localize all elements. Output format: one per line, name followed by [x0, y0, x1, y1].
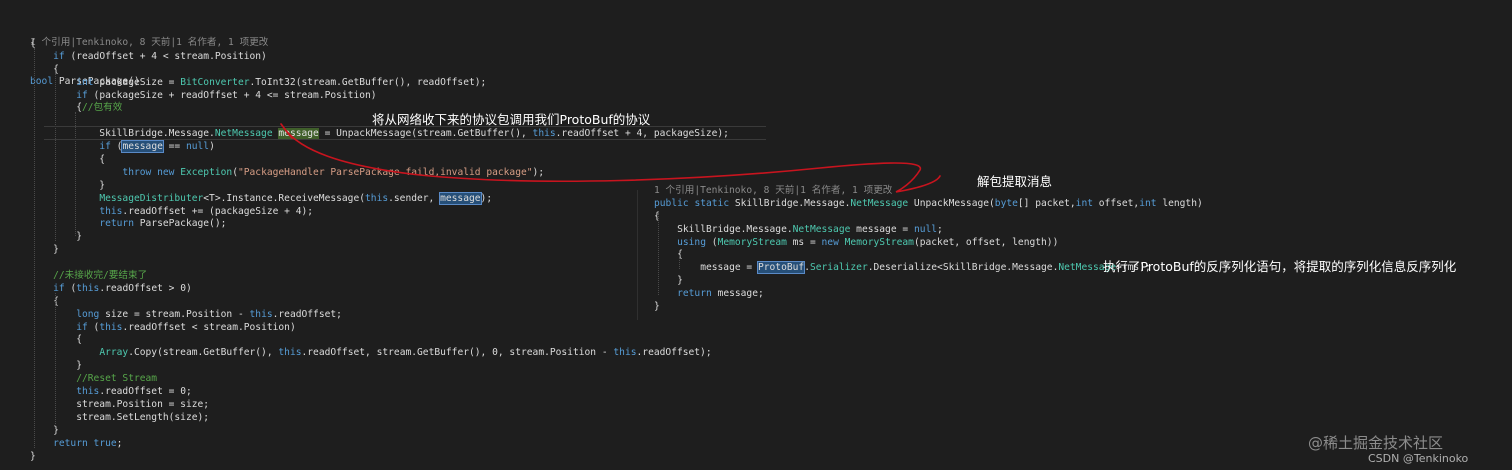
- code-line: Array.Copy(stream.GetBuffer(), this.read…: [99, 347, 712, 359]
- code-line: if (readOffset + 4 < stream.Position): [53, 50, 267, 62]
- code-line: {: [30, 334, 82, 346]
- watermark-juejin: @稀土掘金技术社区: [1308, 434, 1444, 452]
- code-line: if (packageSize + readOffset + 4 <= stre…: [76, 89, 377, 101]
- code-line: //Reset Stream: [30, 373, 729, 386]
- code-line: using (MemoryStream ms = new MemoryStrea…: [677, 236, 1059, 248]
- code-line: }: [654, 301, 660, 313]
- indent-guide: [658, 213, 659, 295]
- code-line: return ParsePackage();: [99, 218, 227, 230]
- string-literal: "PackageHandler ParsePackage faild,inval…: [237, 166, 533, 178]
- code-line: }: [30, 244, 59, 256]
- code-line: public static SkillBridge.Message.NetMes…: [654, 197, 1203, 209]
- annotation-deserialize-note: 执行了ProtoBuf的反序列化语句，将提取的序列化信息反序列化: [1103, 259, 1457, 274]
- comment: //未接收完/要结束了: [53, 270, 148, 282]
- code-line: {: [30, 63, 59, 75]
- code-line: //未接收完/要结束了: [30, 270, 729, 283]
- comment: //Reset Stream: [76, 373, 158, 385]
- code-line: int packageSize = BitConverter.ToInt32(s…: [76, 76, 487, 88]
- code-line: {: [30, 154, 106, 166]
- code-line: }: [30, 179, 106, 191]
- code-line: this.readOffset = 0;: [76, 386, 192, 398]
- code-line: {: [30, 38, 36, 49]
- comment: //包有效: [81, 102, 123, 114]
- code-line: return true;: [53, 437, 123, 449]
- annotation-unpack-note: 解包提取消息: [977, 174, 1053, 189]
- pane-divider: [637, 190, 638, 320]
- right-code-body[interactable]: 1 个引用|Tenkinoko, 8 天前|1 名作者, 1 项更改 public…: [654, 185, 1203, 314]
- code-line: SkillBridge.Message.NetMessage message =…: [654, 223, 943, 235]
- code-line: }: [30, 231, 82, 243]
- code-line: return message;: [677, 288, 764, 300]
- code-line: this.readOffset += (packageSize + 4);: [99, 205, 314, 217]
- watermark-csdn: CSDN @Tenkinoko: [1368, 452, 1469, 465]
- code-line: {: [30, 295, 59, 307]
- code-line: }: [30, 424, 59, 436]
- indent-guide: [679, 255, 680, 269]
- code-line: {: [654, 210, 660, 222]
- indent-guide: [75, 112, 76, 236]
- code-line: }: [654, 275, 683, 287]
- current-line-border: [44, 139, 766, 140]
- left-code-body[interactable]: { if (readOffset + 4 < stream.Position) …: [30, 38, 729, 463]
- indent-guide: [34, 48, 35, 448]
- indent-guide: [55, 73, 56, 241]
- code-line: stream.Position = size;: [30, 398, 210, 410]
- codelens-header[interactable]: 1 个引用|Tenkinoko, 8 天前|1 名作者, 1 项更改: [654, 185, 1203, 198]
- code-line: if (this.readOffset < stream.Position): [76, 321, 296, 333]
- code-line: long size = stream.Position - this.readO…: [76, 308, 342, 320]
- code-line: if (this.readOffset > 0): [53, 282, 192, 294]
- annotation-call-note: 将从网络收下来的协议包调用我们ProtoBuf的协议: [372, 112, 651, 127]
- code-line: throw new Exception("PackageHandler Pars…: [122, 166, 545, 178]
- code-line: }: [30, 450, 36, 462]
- code-line: }: [30, 360, 82, 372]
- code-line: stream.SetLength(size);: [30, 411, 210, 423]
- indent-guide: [55, 293, 56, 426]
- code-line: MessageDistributer<T>.Instance.ReceiveMe…: [99, 191, 493, 205]
- code-line: if (message == null): [99, 140, 215, 154]
